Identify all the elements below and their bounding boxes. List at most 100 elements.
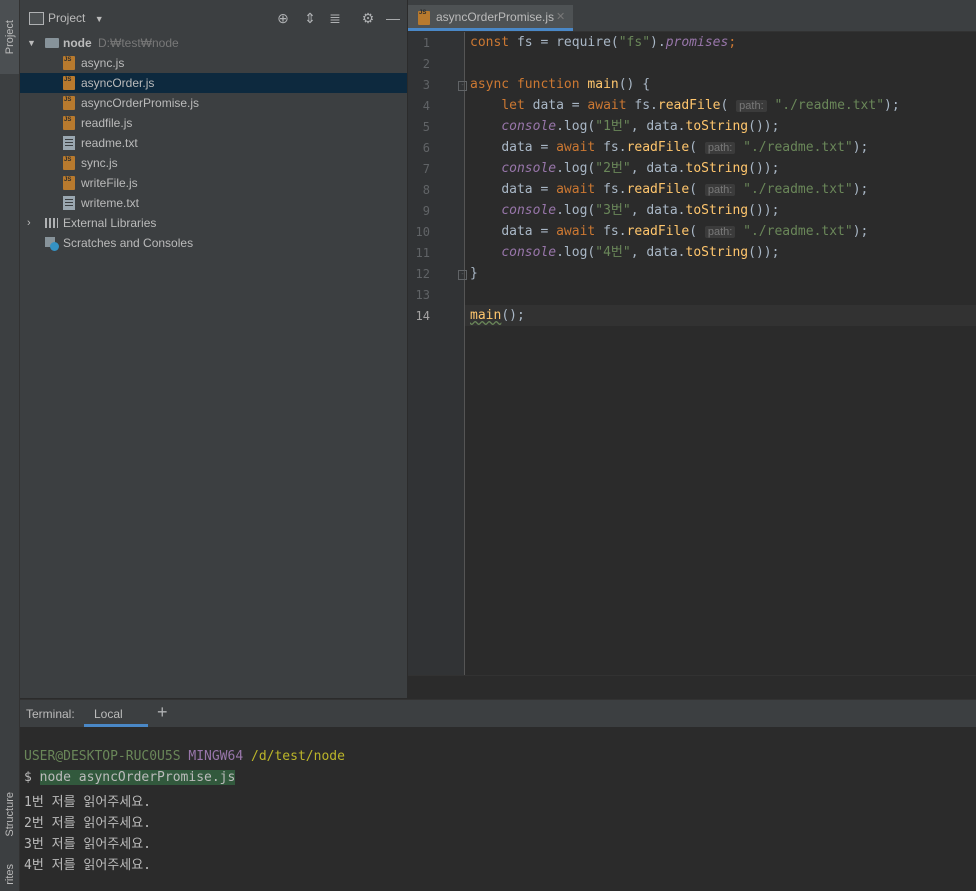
code-line: let data = await fs.readFile( path: "./r… — [470, 95, 900, 117]
file-name: readfile.js — [81, 116, 133, 130]
token: ()); — [748, 161, 780, 176]
token: fs. — [595, 224, 627, 239]
js-file-icon — [63, 170, 75, 190]
token: "1번" — [595, 119, 631, 134]
file-name: asyncOrderPromise.js — [81, 96, 200, 110]
hide-icon[interactable]: — — [384, 9, 402, 27]
code-line: data = await fs.readFile( path: "./readm… — [470, 137, 868, 159]
token: fs. — [595, 140, 627, 155]
command-text: node asyncOrderPromise.js — [39, 770, 236, 785]
tool-tab-favorites[interactable]: rites — [0, 858, 19, 891]
tree-file[interactable]: async.js — [20, 50, 407, 73]
text-file-icon — [63, 136, 75, 150]
folder-icon — [45, 38, 59, 48]
file-name: writeFile.js — [81, 176, 138, 190]
token: .log( — [556, 161, 596, 176]
token: function — [509, 77, 588, 92]
fold-icon[interactable]: - — [458, 270, 467, 280]
collapse-all-icon[interactable]: ≣ — [326, 9, 344, 27]
terminal-output-line: 3번 저를 읽어주세요. — [24, 837, 151, 852]
line-number: 6 — [422, 141, 430, 155]
line-number: 5 — [422, 120, 430, 134]
file-name: asyncOrder.js — [81, 76, 155, 90]
token: , data. — [630, 119, 686, 134]
token: } — [470, 266, 478, 281]
tree-external-libraries[interactable]: › External Libraries — [20, 213, 407, 233]
token: "./readme.txt" — [774, 98, 885, 113]
token: ); — [884, 98, 900, 113]
tool-window-strip: Project Structure rites — [0, 0, 20, 891]
terminal-command-line: $ node asyncOrderPromise.js — [24, 770, 236, 785]
code-editor[interactable]: 1 2 3 4 5 6 7 8 9 10 11 12 13 14 - - con… — [408, 32, 976, 675]
tree-file[interactable]: sync.js — [20, 150, 407, 173]
token: fs. — [626, 98, 658, 113]
token: "./readme.txt" — [743, 224, 853, 239]
gear-icon[interactable]: ⚙ — [359, 9, 377, 27]
library-icon — [45, 218, 58, 228]
token: ( — [720, 98, 737, 113]
locate-icon[interactable]: ⊕ — [274, 9, 292, 27]
line-number: 4 — [422, 99, 430, 113]
tree-scratches[interactable]: Scratches and Consoles — [20, 233, 407, 253]
tree-file-selected[interactable]: asyncOrder.js — [20, 70, 407, 93]
token: ); — [852, 224, 869, 239]
expand-all-icon[interactable]: ⇕ — [301, 9, 319, 27]
token: readFile — [657, 98, 721, 113]
token: ); — [852, 182, 869, 197]
tool-tab-project[interactable]: Project — [0, 0, 19, 74]
terminal-output[interactable]: USER@DESKTOP-RUC0U5S MINGW64 /d/test/nod… — [20, 727, 976, 891]
new-terminal-button[interactable]: + — [157, 702, 168, 723]
js-file-icon — [63, 90, 75, 110]
fold-icon[interactable]: - — [458, 81, 467, 91]
token: data = — [501, 140, 557, 155]
line-number: 9 — [422, 204, 430, 218]
tree-file[interactable]: asyncOrderPromise.js — [20, 90, 407, 113]
token: toString — [685, 119, 749, 134]
js-file-icon — [418, 1, 430, 25]
token: toString — [685, 161, 749, 176]
token: await — [556, 224, 596, 239]
js-file-icon — [63, 70, 75, 90]
code-line: console.log("4번", data.toString()); — [470, 242, 779, 263]
parameter-hint: path: — [736, 100, 767, 112]
tool-tab-favorites-label: rites — [3, 864, 16, 885]
tree-file[interactable]: readfile.js — [20, 110, 407, 133]
token: ( — [689, 224, 705, 239]
text-file-icon — [63, 196, 75, 210]
project-view-selector[interactable]: Project ▼ — [48, 11, 104, 25]
tree-root-node[interactable]: ▼ node D:₩test₩node — [20, 33, 407, 53]
editor-tab-asyncorderpromise[interactable]: asyncOrderPromise.js ✕ — [408, 1, 573, 31]
close-icon[interactable]: ✕ — [556, 5, 565, 29]
token: readFile — [626, 140, 690, 155]
tool-tab-structure[interactable]: Structure — [0, 778, 19, 850]
prompt-path: /d/test/node — [251, 749, 345, 764]
code-line: console.log("1번", data.toString()); — [470, 116, 779, 137]
line-number: 13 — [415, 288, 430, 302]
token: (); — [501, 308, 525, 323]
tree-file[interactable]: writeme.txt — [20, 193, 407, 213]
prompt-env: MINGW64 — [188, 749, 244, 764]
token: "./readme.txt" — [743, 182, 853, 197]
scratches-label: Scratches and Consoles — [63, 236, 194, 250]
editor-tab-bar: asyncOrderPromise.js ✕ — [408, 0, 976, 32]
token: main — [587, 77, 619, 92]
tree-file[interactable]: writeFile.js — [20, 170, 407, 193]
code-line: console.log("3번", data.toString()); — [470, 200, 779, 221]
code-line-current: main(); — [470, 305, 525, 326]
token: ( — [689, 182, 705, 197]
token: "fs" — [618, 35, 651, 50]
token: ); — [852, 140, 869, 155]
terminal-tab-local[interactable]: Local — [84, 700, 148, 727]
terminal-output-line: 4번 저를 읽어주세요. — [24, 858, 151, 873]
project-view-icon — [29, 12, 44, 25]
code-line: } — [470, 263, 478, 284]
line-number: 2 — [422, 57, 430, 71]
token: ). — [650, 35, 666, 50]
tree-file[interactable]: readme.txt — [20, 133, 407, 153]
token: const — [470, 35, 510, 50]
prompt-user: USER@DESKTOP-RUC0U5S — [24, 749, 181, 764]
